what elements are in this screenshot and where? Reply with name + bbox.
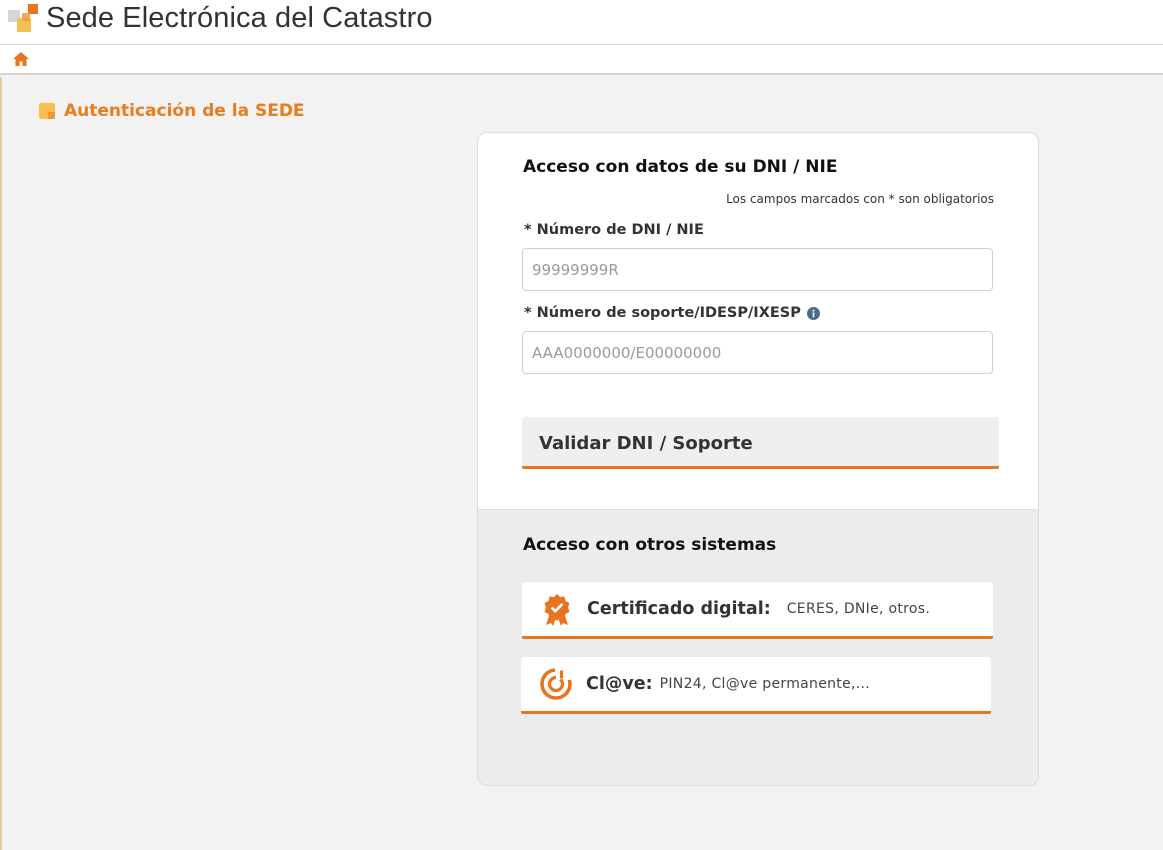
title-bullet-icon — [39, 103, 55, 119]
site-header: Sede Electrónica del Catastro — [0, 0, 1163, 45]
support-label-text: * Número de soporte/IDESP/IXESP — [524, 305, 801, 321]
info-icon[interactable] — [806, 306, 820, 320]
clave-button[interactable]: Cl@ve: PIN24, Cl@ve permanente,... — [521, 657, 991, 714]
dni-input[interactable] — [522, 248, 993, 291]
clave-icon — [540, 667, 572, 700]
navbar — [0, 45, 1163, 75]
digital-certificate-label: Certificado digital: — [587, 599, 771, 619]
site-title[interactable]: Sede Electrónica del Catastro — [46, 2, 433, 35]
dni-access-section: Acceso con datos de su DNI / NIE Los cam… — [478, 133, 1038, 510]
clave-detail: PIN24, Cl@ve permanente,... — [659, 676, 870, 692]
auth-card: Acceso con datos de su DNI / NIE Los cam… — [477, 132, 1039, 786]
other-access-heading: Acceso con otros sistemas — [523, 535, 777, 555]
clave-label: Cl@ve: — [586, 674, 653, 694]
certificate-badge-icon — [544, 594, 570, 626]
page-title-text: Autenticación de la SEDE — [64, 101, 305, 121]
left-border — [0, 77, 2, 850]
support-label: * Número de soporte/IDESP/IXESP — [524, 305, 820, 321]
dni-label-text: * Número de DNI / NIE — [524, 222, 704, 238]
catastro-logo-icon[interactable] — [8, 4, 40, 36]
required-fields-note: Los campos marcados con * son obligatori… — [726, 192, 994, 206]
digital-certificate-button[interactable]: Certificado digital: CERES, DNIe, otros. — [522, 582, 993, 639]
dni-access-heading: Acceso con datos de su DNI / NIE — [523, 157, 838, 177]
home-icon[interactable] — [12, 51, 30, 67]
digital-certificate-detail: CERES, DNIe, otros. — [786, 601, 931, 617]
page-title: Autenticación de la SEDE — [39, 100, 305, 122]
dni-label: * Número de DNI / NIE — [524, 222, 704, 238]
support-number-input[interactable] — [522, 331, 993, 374]
validate-dni-button[interactable]: Validar DNI / Soporte — [522, 417, 999, 469]
